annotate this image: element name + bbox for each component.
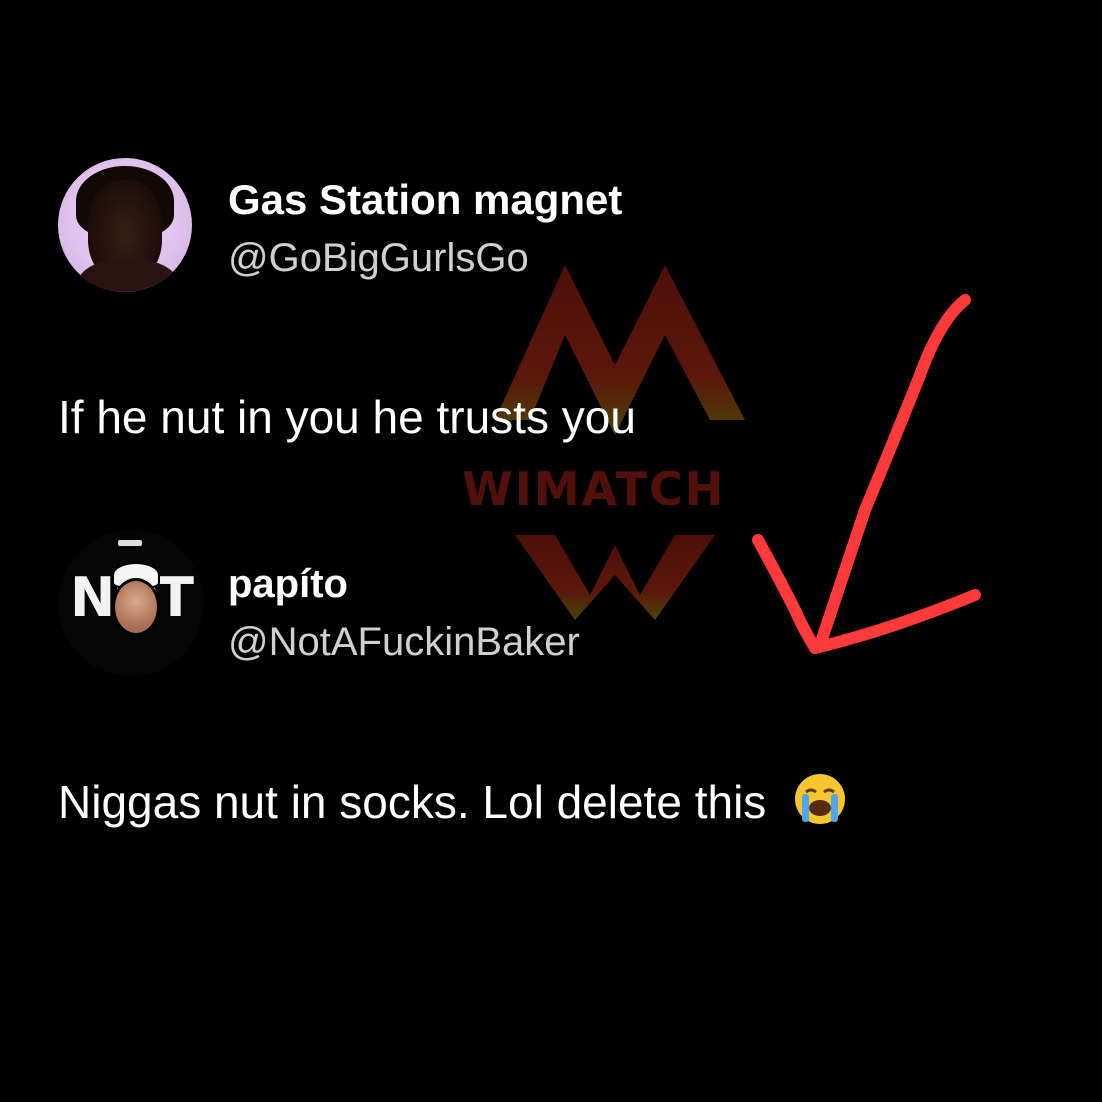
user-handle[interactable]: @GoBigGurlsGo — [228, 236, 529, 281]
loudly-crying-face-emoji-icon — [795, 774, 846, 824]
red-arrow-icon — [752, 294, 981, 654]
reply-tweet-text-row: Niggas nut in socks. Lol delete this — [58, 772, 847, 829]
reply-user-handle[interactable]: @NotAFuckinBaker — [228, 620, 580, 665]
avatar-badge — [118, 540, 142, 546]
reply-tweet-text: Niggas nut in socks. Lol delete this — [58, 776, 767, 828]
avatar[interactable] — [58, 158, 192, 292]
watermark-text: WIMATCH — [462, 462, 726, 516]
reply-avatar[interactable]: NOT — [58, 530, 204, 676]
reply-display-name[interactable]: papíto — [228, 562, 348, 607]
screenshot-canvas: WIMATCH Gas Station magnet @GoBigGurlsGo… — [0, 0, 1102, 1102]
chef-face-icon — [112, 578, 160, 636]
display-name[interactable]: Gas Station magnet — [228, 176, 622, 224]
tweet-text: If he nut in you he trusts you — [58, 391, 636, 443]
